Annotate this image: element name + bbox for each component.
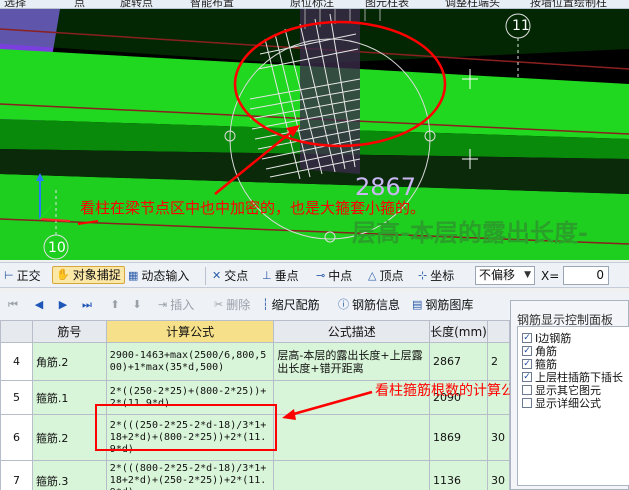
checkbox-checked[interactable]: ✓ [522, 332, 532, 343]
checkbox-unchecked[interactable] [522, 397, 532, 408]
table-annotation-note: 看柱箍筋根数的计算公式 [375, 383, 529, 399]
checkbox-unchecked[interactable] [522, 384, 532, 395]
option-show-detail-formula[interactable]: 显示详细公式 [522, 396, 601, 410]
app-window: 选择 点 旋转点 智能布置 原位标注 图元柱表 调整柱端头 按墙位置绘制柱 11… [0, 0, 629, 490]
checkbox-checked[interactable]: ✓ [522, 358, 532, 369]
panel-options-box: ✓ I边钢筋 ✓ 角筋 ✓ 箍筋 ✓ 上层柱插筋下插长 显示其它图元 显示详细公式 [517, 326, 629, 486]
checkbox-checked[interactable]: ✓ [522, 371, 532, 382]
rebar-display-control-panel: 钢筋显示控制面板 ✓ I边钢筋 ✓ 角筋 ✓ 箍筋 ✓ 上层柱插筋下插长 显示其它图元 … [510, 300, 629, 490]
checkbox-checked[interactable]: ✓ [522, 345, 532, 356]
